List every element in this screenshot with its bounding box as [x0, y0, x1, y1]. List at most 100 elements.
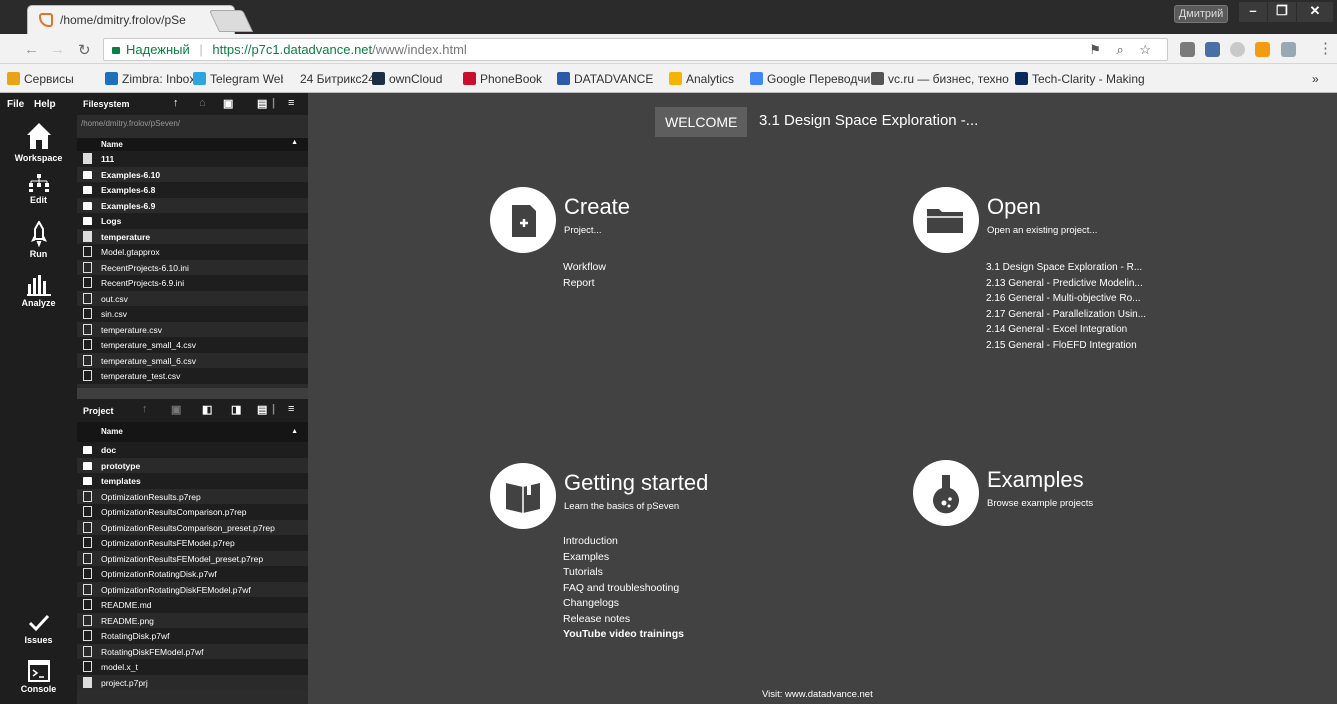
- flask-icon[interactable]: [913, 460, 979, 526]
- list-item[interactable]: OptimizationResultsComparison.p7rep: [77, 504, 308, 520]
- bookmark-item[interactable]: Google Переводчик: [750, 72, 876, 86]
- list-item[interactable]: doc: [77, 442, 308, 458]
- bookmark-item[interactable]: vc.ru — бизнес, техно: [871, 72, 1009, 86]
- nav-console[interactable]: Console: [0, 660, 77, 694]
- list-item[interactable]: OptimizationResults.p7rep: [77, 488, 308, 504]
- nav-workspace[interactable]: Workspace: [0, 121, 77, 163]
- getting-started-title[interactable]: Getting started: [564, 470, 708, 496]
- home-folder-icon[interactable]: ⌂: [199, 97, 206, 109]
- up-arrow-icon[interactable]: ↑: [142, 403, 148, 415]
- extension-icon[interactable]: [1180, 42, 1195, 57]
- getting-started-link[interactable]: Examples: [563, 550, 684, 566]
- getting-started-link[interactable]: FAQ and troubleshooting: [563, 581, 684, 597]
- getting-started-link[interactable]: Introduction: [563, 534, 684, 550]
- youtube-trainings-link[interactable]: YouTube video trainings: [563, 627, 684, 643]
- list-item[interactable]: README.md: [77, 597, 308, 613]
- recent-project-link[interactable]: 2.16 General - Multi-objective Ro...: [986, 291, 1146, 307]
- url-input[interactable]: Надежный | https://p7c1.datadvance.net/w…: [103, 38, 1168, 61]
- open-folder-icon[interactable]: [913, 187, 979, 253]
- list-item[interactable]: temperature: [77, 228, 308, 244]
- recent-project-link[interactable]: 3.1 Design Space Exploration - R...: [986, 260, 1146, 276]
- maximize-button[interactable]: ❐: [1268, 2, 1296, 22]
- menu-dots-icon[interactable]: ⋮: [1318, 39, 1333, 57]
- column-header-name[interactable]: Name ▲: [77, 138, 308, 151]
- hamburger-menu-icon[interactable]: ≡: [288, 403, 294, 415]
- list-item[interactable]: RotatingDisk.p7wf: [77, 628, 308, 644]
- list-item[interactable]: temperature_small_6.csv: [77, 352, 308, 368]
- omnibox-icons[interactable]: ⚑ ⌕ ☆: [1089, 42, 1157, 58]
- new-report-icon[interactable]: ◨: [231, 403, 241, 416]
- new-folder-icon[interactable]: ▣: [171, 403, 181, 416]
- forward-arrow-icon[interactable]: →: [50, 41, 65, 58]
- bookmark-item[interactable]: Analytics: [669, 72, 734, 86]
- bookmark-item[interactable]: 24 Битрикс24: [283, 72, 375, 86]
- list-item[interactable]: sin.csv: [77, 306, 308, 322]
- examples-title[interactable]: Examples: [987, 467, 1084, 493]
- open-title[interactable]: Open: [987, 194, 1041, 220]
- rss-icon[interactable]: [1255, 42, 1270, 57]
- getting-started-link[interactable]: Changelogs: [563, 596, 684, 612]
- list-item[interactable]: RecentProjects-6.10.ini: [77, 259, 308, 275]
- getting-started-link[interactable]: Release notes: [563, 612, 684, 628]
- nav-edit[interactable]: Edit: [0, 173, 77, 205]
- back-arrow-icon[interactable]: ←: [24, 41, 39, 58]
- bookmarks-overflow-button[interactable]: »: [1312, 72, 1319, 86]
- list-item[interactable]: Logs: [77, 213, 308, 229]
- list-item[interactable]: Model.gtapprox: [77, 244, 308, 260]
- list-item[interactable]: OptimizationResultsFEModel_preset.p7rep: [77, 550, 308, 566]
- column-header-name[interactable]: Name ▲: [77, 422, 308, 442]
- nav-run[interactable]: Run: [0, 221, 77, 259]
- list-item[interactable]: Examples-6.8: [77, 182, 308, 198]
- tab-welcome[interactable]: WELCOME: [655, 107, 748, 137]
- create-title[interactable]: Create: [564, 194, 630, 220]
- bookmark-item[interactable]: ownCloud: [372, 72, 442, 86]
- list-item[interactable]: temperature.csv: [77, 321, 308, 337]
- list-item[interactable]: RotatingDiskFEModel.p7wf: [77, 643, 308, 659]
- getting-started-subtitle[interactable]: Learn the basics of pSeven: [564, 501, 679, 512]
- bookmark-item[interactable]: Tech-Clarity - Making: [1015, 72, 1145, 86]
- recent-project-link[interactable]: 2.13 General - Predictive Modelin...: [986, 276, 1146, 292]
- list-item[interactable]: OptimizationResultsComparison_preset.p7r…: [77, 519, 308, 535]
- extension-icon[interactable]: [1281, 42, 1296, 57]
- create-workflow-link[interactable]: Workflow: [563, 260, 606, 276]
- recent-project-link[interactable]: 2.17 General - Parallelization Usin...: [986, 307, 1146, 323]
- browser-tab[interactable]: /home/dmitry.frolov/pSe ✕: [27, 5, 235, 34]
- create-report-link[interactable]: Report: [563, 276, 606, 292]
- create-icon[interactable]: [490, 187, 556, 253]
- folder-icon[interactable]: ▤: [257, 97, 267, 110]
- hamburger-menu-icon[interactable]: ≡: [288, 97, 294, 109]
- list-item[interactable]: project.p7prj: [77, 674, 308, 690]
- recent-project-link[interactable]: 2.15 General - FloEFD Integration: [986, 338, 1146, 354]
- list-item[interactable]: temperature_small_4.csv: [77, 337, 308, 353]
- menu-file[interactable]: File: [7, 99, 24, 110]
- list-item[interactable]: templates: [77, 473, 308, 489]
- list-item[interactable]: Examples-6.9: [77, 197, 308, 213]
- list-item[interactable]: Examples-6.10: [77, 166, 308, 182]
- bookmark-item[interactable]: PhoneBook: [463, 72, 542, 86]
- list-item[interactable]: OptimizationResultsFEModel.p7rep: [77, 535, 308, 551]
- list-item[interactable]: prototype: [77, 457, 308, 473]
- list-item[interactable]: OptimizationRotatingDiskFEModel.p7wf: [77, 581, 308, 597]
- current-project-title[interactable]: 3.1 Design Space Exploration -...: [759, 112, 978, 129]
- create-project-link[interactable]: Project...: [564, 225, 602, 236]
- menu-help[interactable]: Help: [34, 99, 56, 110]
- list-item[interactable]: 111: [77, 151, 308, 167]
- extension-icon[interactable]: [1230, 42, 1245, 57]
- folder-icon[interactable]: ▤: [257, 403, 267, 416]
- bookmark-item[interactable]: DATADVANCE: [557, 72, 653, 86]
- close-window-button[interactable]: ✕: [1297, 2, 1333, 22]
- minimize-button[interactable]: –: [1239, 2, 1267, 22]
- nav-analyze[interactable]: Analyze: [0, 274, 77, 308]
- bookmark-item[interactable]: Сервисы: [7, 72, 74, 86]
- list-item[interactable]: model.x_t: [77, 659, 308, 675]
- list-item[interactable]: out.csv: [77, 290, 308, 306]
- reload-icon[interactable]: ↻: [78, 41, 91, 59]
- open-existing-link[interactable]: Open an existing project...: [987, 225, 1097, 236]
- book-icon[interactable]: [490, 463, 556, 529]
- profile-button[interactable]: Дмитрий: [1174, 5, 1228, 23]
- list-item[interactable]: RecentProjects-6.9.ini: [77, 275, 308, 291]
- getting-started-link[interactable]: Tutorials: [563, 565, 684, 581]
- examples-subtitle[interactable]: Browse example projects: [987, 498, 1093, 509]
- list-item[interactable]: OptimizationRotatingDisk.p7wf: [77, 566, 308, 582]
- up-arrow-icon[interactable]: ↑: [173, 97, 179, 109]
